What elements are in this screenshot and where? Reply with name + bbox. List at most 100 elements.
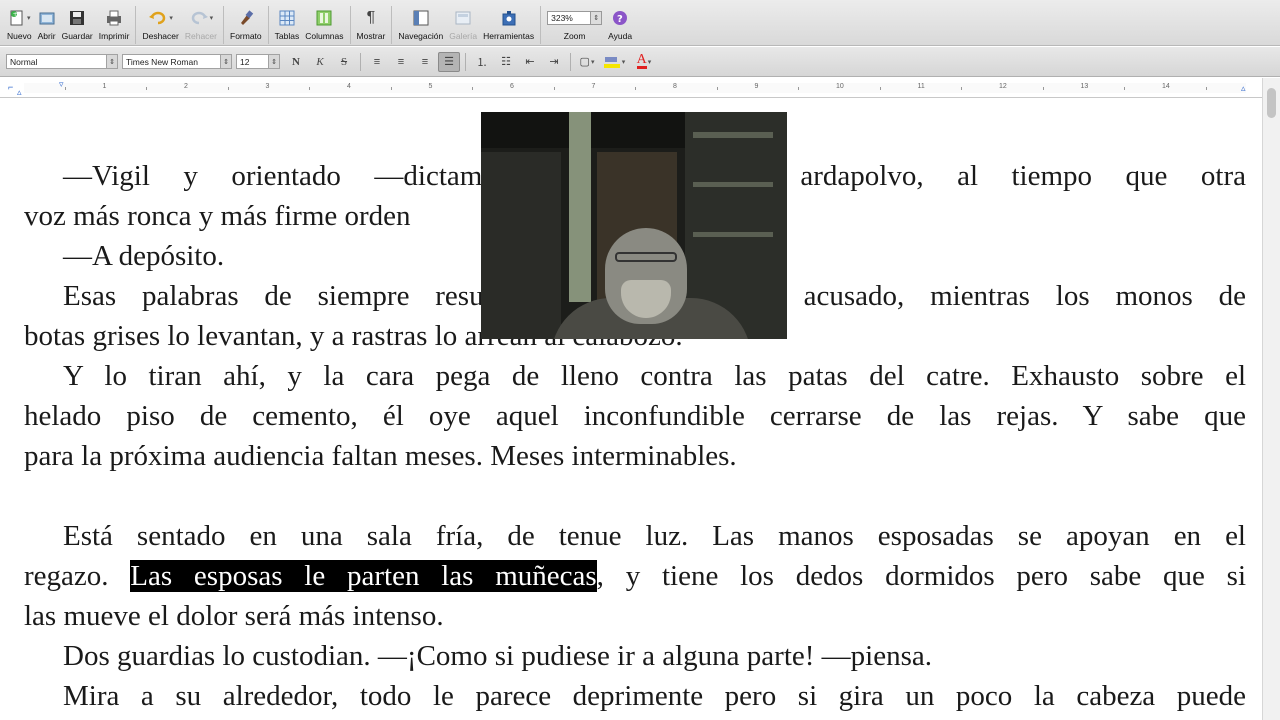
align-right-button[interactable]: ≡ [414,52,436,72]
align-justify-icon: ☰ [444,56,454,68]
ruler-tick [146,87,148,90]
chevron-updown-icon: ⇕ [106,55,117,68]
save-icon [68,6,86,30]
ruler-tick [635,87,637,90]
ruler-number: 3 [265,83,270,90]
ruler-number: 10 [836,83,844,90]
zoom-stepper-icon[interactable]: ⇕ [591,11,603,25]
new-doc-icon: + ▾ [8,6,31,30]
zoom-field[interactable]: 323% [547,11,592,25]
pilcrow-icon: ¶ [366,9,376,26]
ruler-number: 2 [184,83,188,90]
tables-button[interactable]: Tablas [272,6,303,41]
style-select[interactable]: Normal ⇕ [6,54,118,69]
svg-text:+: + [13,11,18,18]
redo-icon: ▾ [189,6,213,30]
tools-button[interactable]: Herramientas [480,6,537,41]
ruler-number: 1 [102,83,107,90]
highlight-button[interactable]: ▾ [600,52,628,72]
toolbar-separator [391,6,393,44]
ruler-tick [1042,87,1044,90]
toolbar-separator [570,52,571,71]
ruler-tick [553,87,555,90]
text-line[interactable]: Mira a su alrededor, todo le parece depr… [24,679,1246,713]
font-select[interactable]: Times New Roman ⇕ [122,54,232,69]
align-left-button[interactable]: ≡ [366,52,388,72]
undo-button[interactable]: ▾ Deshacer [139,6,181,41]
right-indent-marker-icon[interactable]: ▵ [1241,83,1246,94]
ruler-number: 9 [754,83,759,90]
chevron-updown-icon: ⇕ [220,55,231,68]
borders-button[interactable]: ▢ ▾ [576,52,598,72]
numbered-list-button[interactable]: ⒈ [471,52,493,72]
highlight-marker-icon [603,56,620,68]
gallery-button[interactable]: Galería [446,6,480,41]
ruler-tick [798,87,800,90]
print-button[interactable]: Imprimir [96,6,133,41]
bullet-list-button[interactable]: ☷ [495,52,517,72]
decrease-indent-button[interactable]: ⇤ [519,52,541,72]
align-right-icon: ≡ [421,55,429,68]
left-indent-marker-icon[interactable]: ▵ [17,87,22,98]
text-line[interactable]: helado piso de cemento, él oye aquel inc… [24,399,1246,433]
text-line[interactable]: regazo. Las esposas le parten las muñeca… [24,559,1246,593]
ruler-number: 4 [347,83,351,90]
ruler[interactable]: ⌐ ▵ ▿ ▵ 1 2 3 4 5 6 7 8 9 10 11 12 13 14 [0,78,1280,98]
toolbox-icon [500,6,518,30]
help-icon: ? [611,6,629,30]
open-button[interactable]: Abrir [35,6,59,41]
navigation-button[interactable]: Navegación [395,6,446,41]
vertical-scrollbar[interactable] [1262,78,1280,720]
italic-button[interactable]: K [309,52,331,72]
ruler-number: 6 [510,83,514,90]
save-button[interactable]: Guardar [59,6,96,41]
selected-text[interactable]: Las esposas le parten las muñecas [130,560,597,592]
text-line[interactable]: Dos guardias lo custodian. —¡Como si pud… [24,639,1246,673]
toolbar-separator [360,52,361,71]
undo-icon: ▾ [148,6,173,30]
redo-button[interactable]: ▾ Rehacer [182,6,220,41]
toolbar-separator [540,6,542,44]
columns-button[interactable]: Columnas [302,6,346,41]
text-line[interactable]: para la próxima audiencia faltan meses. … [24,439,1246,473]
font-color-icon: A [636,52,647,69]
increase-indent-button[interactable]: ⇥ [543,52,565,72]
ruler-tick [64,87,66,90]
text-line[interactable]: Está sentado en una sala fría, de tenue … [24,519,1246,553]
gallery-icon [454,6,472,30]
tab-stop-icon[interactable]: ⌐ [8,82,13,92]
ruler-tick [716,87,718,90]
table-icon [278,6,296,30]
font-color-button[interactable]: A ▾ [630,52,658,72]
ruler-tick [390,87,392,90]
font-size-select[interactable]: 12 ⇕ [236,54,280,69]
ruler-tick [961,87,963,90]
ruler-number: 7 [591,83,596,90]
ruler-number: 8 [673,83,677,90]
new-button[interactable]: + ▾ Nuevo [4,6,35,41]
border-icon: ▢ [579,56,590,68]
toolbar-separator [223,6,224,44]
ruler-tick [879,87,881,90]
text-line[interactable]: las mueve el dolor será más intenso. [24,599,1246,633]
navigation-icon [412,6,430,30]
show-button[interactable]: ¶ Mostrar [354,6,389,41]
indent-icon: ⇥ [549,56,559,68]
zoom-control[interactable]: 323% ⇕ Zoom [544,6,605,41]
webcam-overlay [481,112,787,339]
format-button[interactable]: Formato [227,6,265,41]
strikethrough-button[interactable]: S [333,52,355,72]
ruler-number: 14 [1162,83,1170,90]
formatting-toolbar: Normal ⇕ Times New Roman ⇕ 12 ⇕ N K S ≡ … [0,47,1280,77]
numbered-list-icon: ⒈ [476,56,488,69]
help-button[interactable]: ? Ayuda [605,6,635,41]
justify-button[interactable]: ☰ [438,51,460,72]
text-line[interactable]: Y lo tiran ahí, y la cara pega de lleno … [24,359,1246,393]
bold-button[interactable]: N [285,52,307,72]
first-line-indent-marker-icon[interactable]: ▿ [59,79,64,90]
bullet-list-icon: ☷ [501,56,511,68]
ruler-tick [1205,87,1207,90]
align-center-button[interactable]: ≡ [390,52,412,72]
scrollbar-thumb[interactable] [1267,88,1276,118]
svg-text:?: ? [617,14,623,25]
